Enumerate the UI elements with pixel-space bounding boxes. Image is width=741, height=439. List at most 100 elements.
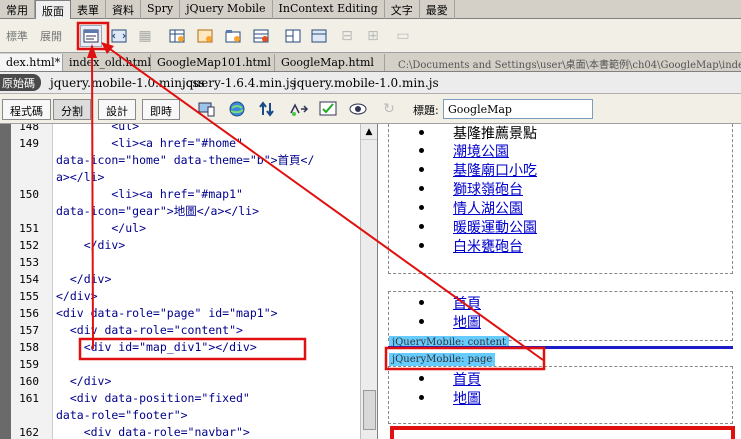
code-text[interactable]: </div> (56, 237, 126, 254)
code-line[interactable]: 151 </ul> (0, 220, 360, 237)
code-line[interactable]: 149 <li><a href="#home" (0, 135, 360, 152)
code-text[interactable]: </div> (56, 373, 112, 390)
code-line[interactable]: a></li> (0, 169, 360, 186)
code-line[interactable]: data-role="footer"> (0, 407, 360, 424)
visual-aids-icon[interactable] (348, 98, 370, 120)
ap-div-icon[interactable]: ▦ (134, 25, 156, 47)
code-line[interactable]: 158 <div id="map_div1"></div> (0, 339, 360, 356)
code-text[interactable]: <li><a href="#home" (56, 135, 243, 152)
navbar-link-item[interactable]: 地圖 (453, 312, 481, 332)
w3c-validation-icon[interactable] (288, 98, 310, 120)
tab-favorites[interactable]: 最愛 (420, 0, 455, 19)
code-line[interactable]: data-icon="home" data-theme="b">首頁</ (0, 152, 360, 169)
code-text[interactable]: data-role="footer"> (56, 407, 188, 424)
scroll-thumb[interactable] (363, 390, 376, 430)
tab-layout[interactable]: 版面 (35, 0, 71, 19)
related-files-bar: 原始碼 jquery.mobile-1.0.min.css jquery-1.6… (0, 72, 741, 94)
file-management-icon[interactable] (256, 98, 278, 120)
code-text[interactable]: </div> (56, 288, 98, 305)
code-text[interactable]: <ul> (56, 124, 139, 135)
document-tabs: dex.html* index_old.html GoogleMap101.ht… (0, 53, 741, 72)
code-line[interactable]: 160 </div> (0, 373, 360, 390)
fluid-grid-icon[interactable] (108, 25, 130, 47)
code-text[interactable]: a></li> (56, 169, 104, 186)
document-title-input[interactable] (443, 99, 593, 119)
line-number: 162 (19, 426, 39, 439)
doc-tab-index[interactable]: dex.html* (0, 54, 63, 71)
scroll-up-icon[interactable]: ▲ (361, 124, 377, 140)
tab-jquery-mobile[interactable]: jQuery Mobile (180, 0, 273, 19)
spry-menubar-icon[interactable] (194, 25, 216, 47)
code-line[interactable]: 153 (0, 254, 360, 271)
code-view-pane[interactable]: 148 <ul> 149 <li><a href="#home" data-icon… (0, 124, 378, 439)
source-code-button[interactable]: 原始碼 (0, 74, 41, 91)
code-text[interactable]: <div data-role="content"> (56, 322, 243, 339)
insert-div-icon[interactable] (80, 25, 102, 47)
code-line[interactable]: 161 <div data-position="fixed" (0, 390, 360, 407)
attraction-link-item[interactable]: 暖暖運動公園 (453, 217, 537, 237)
table-icon[interactable] (166, 25, 188, 47)
related-file-jquery-mobile[interactable]: jquery.mobile-1.0.min.js (293, 76, 439, 90)
doc-tab-googlemap[interactable]: GoogleMap.html (275, 54, 385, 71)
standard-mode-button[interactable]: 標準 (6, 28, 28, 44)
check-browser-compatibility-icon[interactable] (318, 98, 340, 120)
code-view-button[interactable]: 程式碼 (2, 99, 51, 120)
doc-tab-index-old[interactable]: index_old.html (63, 54, 151, 71)
code-text[interactable]: </ul> (56, 220, 146, 237)
map-page-navbar-link-item[interactable]: 地圖 (453, 388, 481, 408)
tab-forms[interactable]: 表單 (71, 0, 106, 19)
attraction-link-item[interactable]: 獅球嶺砲台 (453, 179, 523, 199)
split-view-button[interactable]: 分割 (53, 99, 91, 120)
frames-icon[interactable] (308, 25, 330, 47)
attraction-link-item[interactable]: 潮境公園 (453, 141, 509, 161)
tab-incontext-editing[interactable]: InContext Editing (273, 0, 385, 19)
code-text[interactable]: data-icon="home" data-theme="b">首頁</ (56, 152, 314, 169)
attraction-link-item[interactable]: 基隆廟口小吃 (453, 160, 537, 180)
code-text[interactable]: <li><a href="#map1" (56, 186, 243, 203)
tab-spry[interactable]: Spry (141, 0, 181, 19)
map-page-navbar-link-item[interactable]: 首頁 (453, 369, 481, 389)
code-text[interactable]: <div id="map_div1"></div> (56, 339, 257, 356)
attraction-link-item[interactable]: 白米甕砲台 (453, 236, 523, 256)
live-view-button[interactable]: 即時 (142, 99, 180, 120)
iframe-icon[interactable] (282, 25, 304, 47)
code-line[interactable]: 150 <li><a href="#map1" (0, 186, 360, 203)
code-line[interactable]: 157 <div data-role="content"> (0, 322, 360, 339)
tab-common[interactable]: 常用 (0, 0, 35, 19)
tab-text[interactable]: 文字 (385, 0, 420, 19)
spry-accordion-icon[interactable] (250, 25, 272, 47)
page-home-region[interactable] (388, 124, 733, 274)
doc-tab-googlemap101[interactable]: GoogleMap101.html (151, 54, 275, 71)
line-number: 149 (19, 137, 39, 150)
tab-data[interactable]: 資料 (106, 0, 141, 19)
code-vertical-scrollbar[interactable]: ▲ (360, 124, 377, 439)
page-map1-region[interactable] (388, 366, 733, 424)
navbar-link-item[interactable]: 首頁 (453, 293, 481, 313)
code-line[interactable]: 162 <div data-role="navbar"> (0, 424, 360, 439)
code-text[interactable]: </div> (56, 271, 112, 288)
code-text[interactable]: <div data-role="navbar"> (56, 424, 250, 439)
code-text[interactable]: data-icon="gear">地圖</a></li> (56, 203, 259, 220)
spry-tabbed-panels-icon[interactable] (222, 25, 244, 47)
multiscreen-icon[interactable] (196, 98, 218, 120)
design-view-button[interactable]: 設計 (98, 99, 136, 120)
code-line[interactable]: 154 </div> (0, 271, 360, 288)
attraction-link-item[interactable]: 情人湖公園 (453, 198, 523, 218)
code-line[interactable]: 152 </div> (0, 237, 360, 254)
refresh-icon[interactable]: ↻ (378, 98, 400, 120)
insert-column-icon[interactable]: ⊞ (362, 25, 384, 47)
insert-row-icon[interactable]: ⊟ (336, 25, 358, 47)
navbar-region[interactable] (388, 291, 733, 341)
related-file-jquery[interactable]: jquery-1.6.4.min.js (182, 76, 296, 90)
merge-cells-icon[interactable]: ▭ (392, 25, 414, 47)
code-line[interactable]: 156 <div data-role="page" id="map1"> (0, 305, 360, 322)
code-line[interactable]: 159 (0, 356, 360, 373)
code-line[interactable]: 155 </div> (0, 288, 360, 305)
code-line[interactable]: data-icon="gear">地圖</a></li> (0, 203, 360, 220)
code-text[interactable]: <div data-position="fixed" (56, 390, 250, 407)
expanded-mode-button[interactable]: 展開 (40, 28, 62, 44)
code-line[interactable]: 148 <ul> (0, 124, 360, 135)
preview-in-browser-icon[interactable] (226, 98, 248, 120)
jquery-mobile-page-label[interactable]: jQueryMobile: page (389, 353, 496, 366)
code-text[interactable]: <div data-role="page" id="map1"> (56, 305, 278, 322)
